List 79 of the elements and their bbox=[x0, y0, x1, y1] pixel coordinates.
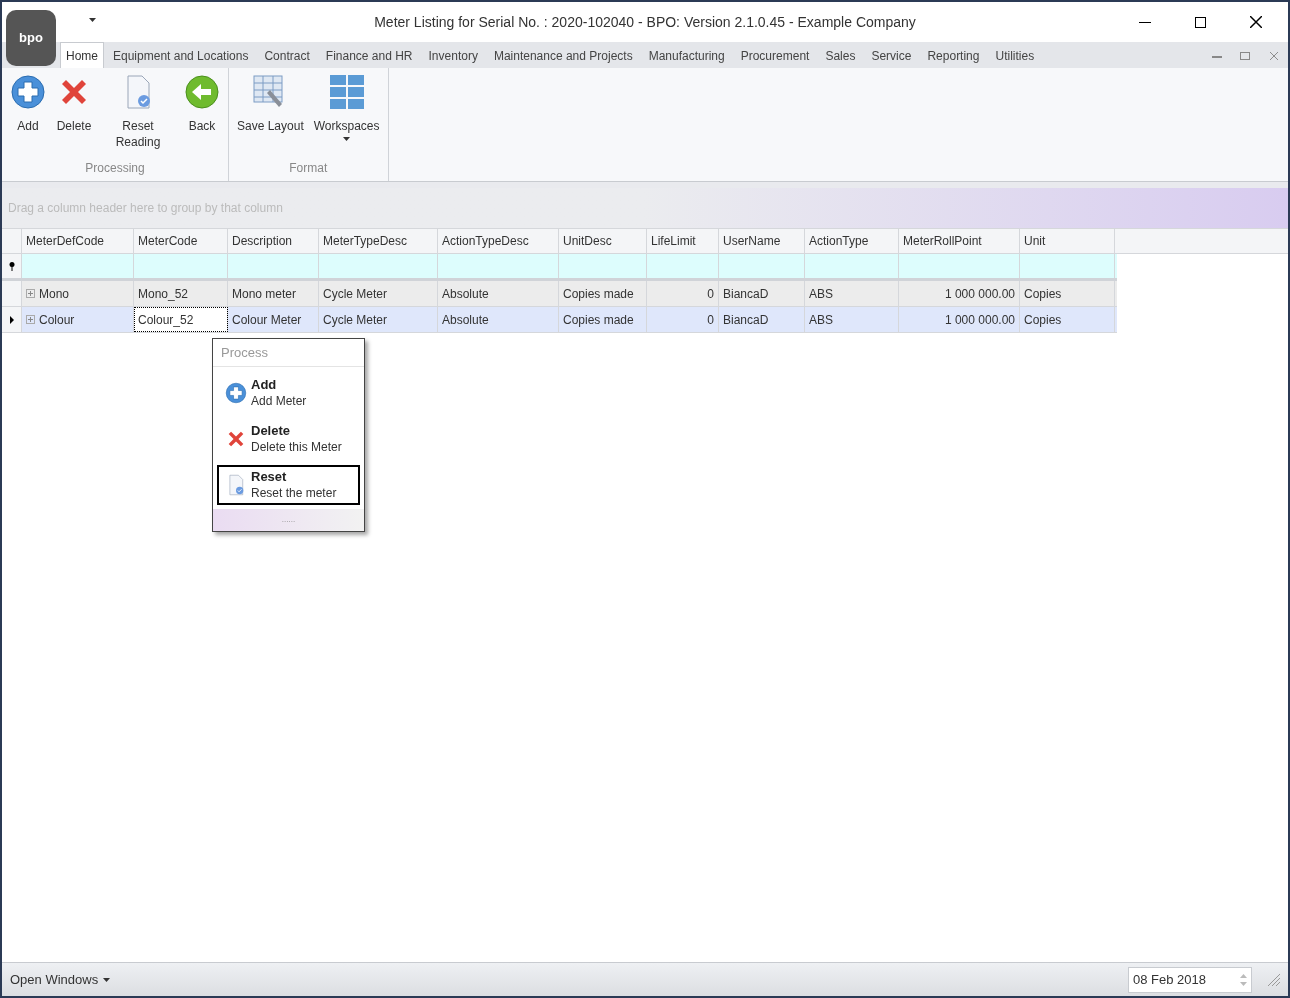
ribbon-tab[interactable]: Reporting bbox=[920, 44, 987, 68]
table-cell-text: Copies made bbox=[562, 311, 635, 329]
open-windows-dropdown[interactable]: Open Windows bbox=[10, 969, 111, 990]
window-title: Meter Listing for Serial No. : 2020-102040 - BPO: Version 2.1.0.45 - Example Company bbox=[373, 12, 917, 32]
column-header[interactable]: MeterCode bbox=[134, 229, 228, 253]
ribbon-tab[interactable]: Home bbox=[60, 42, 104, 68]
table-cell-text: BiancaD bbox=[722, 285, 770, 303]
expand-icon[interactable] bbox=[26, 315, 35, 324]
table-cell-text: 0 bbox=[706, 311, 715, 329]
table-cell-text: Copies made bbox=[562, 285, 635, 303]
plus-icon bbox=[10, 74, 46, 110]
filter-pin-icon[interactable] bbox=[8, 261, 15, 271]
table-row[interactable]: Colour Colour_52 Colour Meter Cycle Meter Absolute Copies made 0 BiancaD ABS 1 000 000.00 Copies bbox=[2, 307, 1117, 333]
column-header[interactable]: UnitDesc bbox=[559, 229, 647, 253]
table-cell-text: Cycle Meter bbox=[322, 285, 388, 303]
table-cell-text: Colour bbox=[38, 311, 76, 329]
column-header[interactable]: MeterRollPoint bbox=[899, 229, 1020, 253]
table-cell-text: Copies bbox=[1023, 311, 1063, 329]
ribbon-button[interactable]: Save Layout bbox=[233, 74, 308, 155]
spinner-icon[interactable] bbox=[1240, 972, 1247, 987]
resize-grip-icon[interactable] bbox=[1268, 973, 1280, 986]
menu-header: Process bbox=[213, 339, 364, 367]
table-cell-text: 1 000 000.00 bbox=[943, 311, 1016, 329]
ribbon-group-label: Format bbox=[288, 160, 329, 177]
menu-item[interactable]: Reset Reset the meter bbox=[217, 465, 360, 505]
table-cell-text: Absolute bbox=[441, 285, 490, 303]
menu-item[interactable]: Add Add Meter bbox=[217, 373, 360, 413]
close-icon[interactable] bbox=[1250, 16, 1262, 28]
minimize-icon[interactable] bbox=[1139, 21, 1151, 23]
ribbon-tab[interactable]: Contract bbox=[257, 44, 317, 68]
column-header[interactable]: Unit bbox=[1020, 229, 1115, 253]
date-field[interactable]: 08 Feb 2018 bbox=[1128, 966, 1252, 993]
table-cell-text: Cycle Meter bbox=[322, 311, 388, 329]
table-cell-text: Colour Meter bbox=[231, 311, 303, 329]
table-cell-text: ABS bbox=[808, 311, 834, 329]
expand-icon[interactable] bbox=[26, 289, 35, 298]
current-row-icon bbox=[9, 315, 14, 324]
column-header[interactable]: ActionTypeDesc bbox=[438, 229, 559, 253]
column-header[interactable]: Description bbox=[228, 229, 319, 253]
plus-icon bbox=[225, 382, 247, 404]
table-cell-text: Colour_52 bbox=[137, 311, 195, 329]
table-cell-text: Mono meter bbox=[231, 285, 298, 303]
ribbon-button[interactable]: Workspaces bbox=[309, 74, 384, 155]
caret-icon bbox=[103, 977, 111, 982]
app-logo: bpo bbox=[6, 10, 56, 66]
table-cell-text: BiancaD bbox=[722, 311, 770, 329]
table-cell-text: Mono_52 bbox=[137, 285, 190, 303]
ribbon-button[interactable]: Add bbox=[6, 74, 50, 155]
table-cell-text: Mono bbox=[38, 285, 71, 303]
menu-item[interactable]: Delete Delete this Meter bbox=[217, 419, 360, 459]
ribbon-tab[interactable]: Inventory bbox=[421, 44, 485, 68]
maximize-icon[interactable] bbox=[1195, 16, 1206, 28]
ribbon-button[interactable]: Back bbox=[180, 74, 224, 155]
column-header[interactable]: MeterDefCode bbox=[22, 229, 134, 253]
table-cell-text: ABS bbox=[808, 285, 834, 303]
restore-icon[interactable] bbox=[1240, 52, 1250, 60]
table-cell-text: 1 000 000.00 bbox=[943, 285, 1016, 303]
ribbon-tab[interactable]: Procurement bbox=[733, 44, 817, 68]
quick-access-caret-icon bbox=[89, 18, 96, 22]
ribbon-button[interactable]: Reset Reading bbox=[98, 74, 178, 155]
ribbon-tab[interactable]: Utilities bbox=[988, 44, 1042, 68]
ribbon-group-label: Processing bbox=[84, 160, 146, 177]
table-row[interactable]: Mono Mono_52 Mono meter Cycle Meter Absolute Copies made 0 BiancaD ABS 1 000 000.00 Copies bbox=[2, 281, 1117, 307]
column-header[interactable]: LifeLimit bbox=[647, 229, 719, 253]
table-cell-text: Absolute bbox=[441, 311, 490, 329]
ribbon-tab[interactable]: Maintenance and Projects bbox=[486, 44, 640, 68]
ribbon-tab[interactable]: Service bbox=[864, 44, 919, 68]
table-cell-text: 0 bbox=[706, 285, 715, 303]
column-header[interactable]: ActionType bbox=[805, 229, 899, 253]
column-header[interactable]: MeterTypeDesc bbox=[319, 229, 438, 253]
table-cell-text: Copies bbox=[1023, 285, 1063, 303]
ribbon-tab[interactable]: Sales bbox=[818, 44, 863, 68]
grid-icon bbox=[328, 74, 365, 110]
ribbon-tab[interactable]: Manufacturing bbox=[641, 44, 732, 68]
dropdown-caret-icon bbox=[343, 137, 351, 141]
column-header[interactable]: UserName bbox=[719, 229, 805, 253]
ribbon-tab[interactable]: Equipment and Locations bbox=[106, 44, 256, 68]
ribbon-button[interactable]: Delete bbox=[52, 74, 96, 155]
ribbon-tab[interactable]: Finance and HR bbox=[318, 44, 420, 68]
